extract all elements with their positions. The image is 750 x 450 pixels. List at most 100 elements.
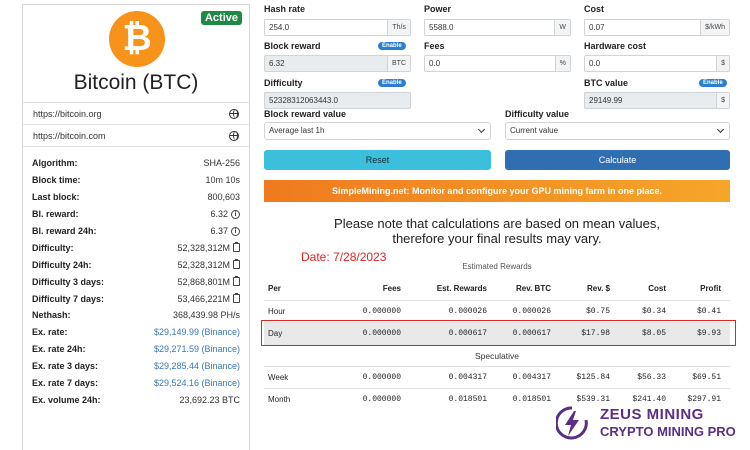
stat-label: Difficulty 24h: — [32, 259, 92, 270]
stat-row: Ex. rate 24h: $29,271.59 (Binance) — [23, 341, 249, 358]
stat-row: Difficulty 7 days: 53,466,221M — [23, 290, 249, 307]
column-header: Rev. $ — [587, 283, 610, 293]
stat-label: Ex. rate 7 days: — [32, 378, 99, 389]
column-header: Fees — [382, 283, 401, 293]
table-cell: $69.51 — [692, 373, 721, 382]
stat-row: Difficulty 3 days: 52,868,801M — [23, 273, 249, 290]
hash-rate-input[interactable]: 254.0 Th/s — [264, 19, 411, 36]
table-cell: 0.018501 — [448, 395, 487, 404]
table-row: Week 0.000000 0.004317 0.004317 $125.84 $56.3… — [264, 366, 730, 388]
table-header-row: Per Fees Est. Rewards Rev. BTC Rev. $ Co… — [264, 276, 730, 300]
watermark-title: ZEUS MINING — [600, 406, 704, 423]
stat-value: 52,328,312M — [177, 259, 240, 270]
block-reward-label: Block reward — [264, 41, 321, 51]
globe-icon — [229, 108, 239, 119]
stat-label: Difficulty 7 days: — [32, 293, 105, 304]
table-cell: 0.000026 — [512, 307, 551, 316]
watermark-subtitle: CRYPTO MINING PRO — [600, 424, 736, 439]
website-link[interactable]: https://bitcoin.com — [23, 125, 249, 147]
block-reward-input[interactable]: 6.32 BTC — [264, 55, 411, 72]
stat-label: Ex. rate 3 days: — [32, 361, 99, 372]
lightning-logo-icon — [556, 406, 588, 440]
power-label: Power — [424, 4, 452, 14]
stat-label: Difficulty: — [32, 242, 74, 253]
block-reward-value-select[interactable]: Average last 1h — [264, 122, 491, 140]
cost-input[interactable]: 0.07 $/kWh — [584, 19, 730, 36]
stat-row: Ex. rate 7 days: $29,524.16 (Binance) — [23, 375, 249, 392]
reset-button[interactable]: Reset — [264, 150, 491, 170]
stat-value[interactable]: $29,271.59 (Binance) — [154, 344, 240, 354]
stat-row: Last block: 800,603 — [23, 189, 249, 206]
table-cell: $125.84 — [576, 373, 610, 382]
bitcoin-logo-icon: ₿ — [109, 11, 165, 67]
table-cell: $0.75 — [585, 307, 610, 316]
coin-info-card: Active ₿ Bitcoin (BTC) https://bitcoin.o… — [22, 4, 250, 450]
stat-value[interactable]: $29,285.44 (Binance) — [154, 361, 240, 371]
power-input[interactable]: 5588.0 W — [424, 19, 571, 36]
difficulty-input[interactable]: 52328312063443.0 — [264, 92, 411, 109]
stat-row: Block time: 10m 10s — [23, 172, 249, 189]
table-cell: 0.018501 — [512, 395, 551, 404]
stat-row: Bl. reward: 6.32 i — [23, 206, 249, 223]
speculative-title: Speculative — [264, 344, 730, 366]
table-cell: $0.34 — [641, 307, 666, 316]
clipboard-icon[interactable] — [233, 276, 240, 287]
stat-row: Difficulty 24h: 52,328,312M — [23, 256, 249, 273]
highlight-box — [261, 320, 736, 346]
cost-label: Cost — [584, 4, 604, 14]
results-note: Please note that calculations are based … — [334, 216, 660, 246]
table-cell: 0.004317 — [448, 373, 487, 382]
stat-row: Nethash: 368,439.98 PH/s — [23, 307, 249, 324]
stat-value: 23,692.23 BTC — [179, 394, 240, 405]
fees-input[interactable]: 0.0% — [424, 55, 571, 72]
stat-value: 52,868,801M — [177, 276, 240, 287]
stat-label: Ex. rate 24h: — [32, 344, 86, 355]
estimated-rewards-title: Estimated Rewards — [462, 262, 532, 271]
chevron-down-icon — [477, 125, 486, 134]
info-icon[interactable]: i — [231, 209, 240, 219]
website-link-text[interactable]: https://bitcoin.org — [33, 109, 102, 119]
stat-value: 10m 10s — [205, 175, 240, 186]
globe-icon — [229, 130, 239, 141]
website-link-text[interactable]: https://bitcoin.com — [33, 131, 106, 141]
difficulty-value-select[interactable]: Current value — [505, 122, 730, 140]
stat-value: 52,328,312M — [177, 242, 240, 253]
info-icon[interactable]: i — [231, 226, 240, 236]
btc-value-input[interactable]: 29149.99 $ — [584, 92, 730, 109]
stat-label: Bl. reward 24h: — [32, 226, 97, 236]
table-cell: 0.004317 — [512, 373, 551, 382]
clipboard-icon[interactable] — [233, 242, 240, 253]
btc-value-enable-badge[interactable]: Enable — [699, 79, 727, 87]
table-cell: $0.41 — [696, 307, 721, 316]
column-header: Est. Rewards — [436, 283, 487, 293]
stat-label: Nethash: — [32, 310, 71, 321]
stat-value: 800,603 — [207, 192, 240, 203]
table-row: Hour 0.000000 0.000026 0.000026 $0.75 $0.34 $0… — [264, 300, 730, 322]
stat-label: Difficulty 3 days: — [32, 276, 105, 287]
stat-row: Ex. volume 24h: 23,692.23 BTC — [23, 391, 249, 408]
calculate-button[interactable]: Calculate — [505, 150, 730, 170]
column-header: Per — [268, 283, 281, 293]
hardware-cost-label: Hardware cost — [584, 41, 647, 51]
difficulty-value-label: Difficulty value — [505, 109, 570, 119]
clipboard-icon[interactable] — [233, 259, 240, 270]
hardware-cost-input[interactable]: 0.0 $ — [584, 55, 730, 72]
block-reward-enable-badge[interactable]: Enable — [378, 42, 406, 50]
stat-row: Algorithm: SHA-256 — [23, 155, 249, 172]
column-header: Profit — [700, 283, 721, 293]
stat-value[interactable]: $29,149.99 (Binance) — [154, 327, 240, 337]
difficulty-label: Difficulty — [264, 78, 303, 88]
btc-value-label: BTC value — [584, 78, 629, 88]
clipboard-icon[interactable] — [233, 293, 240, 304]
stat-label: Bl. reward: — [32, 209, 79, 220]
table-cell: 0.000026 — [448, 307, 487, 316]
stat-value: 368,439.98 PH/s — [172, 310, 240, 321]
stat-value[interactable]: $29,524.16 (Binance) — [154, 378, 240, 388]
stat-value: SHA-256 — [203, 158, 240, 169]
stat-row: Bl. reward 24h: 6.37 i — [23, 223, 249, 240]
promo-banner[interactable]: SimpleMining.net: Monitor and configure … — [264, 180, 730, 202]
stat-label: Last block: — [32, 192, 80, 203]
table-cell: Week — [268, 373, 289, 382]
website-link[interactable]: https://bitcoin.org — [23, 103, 249, 125]
difficulty-enable-badge[interactable]: Enable — [378, 79, 406, 87]
